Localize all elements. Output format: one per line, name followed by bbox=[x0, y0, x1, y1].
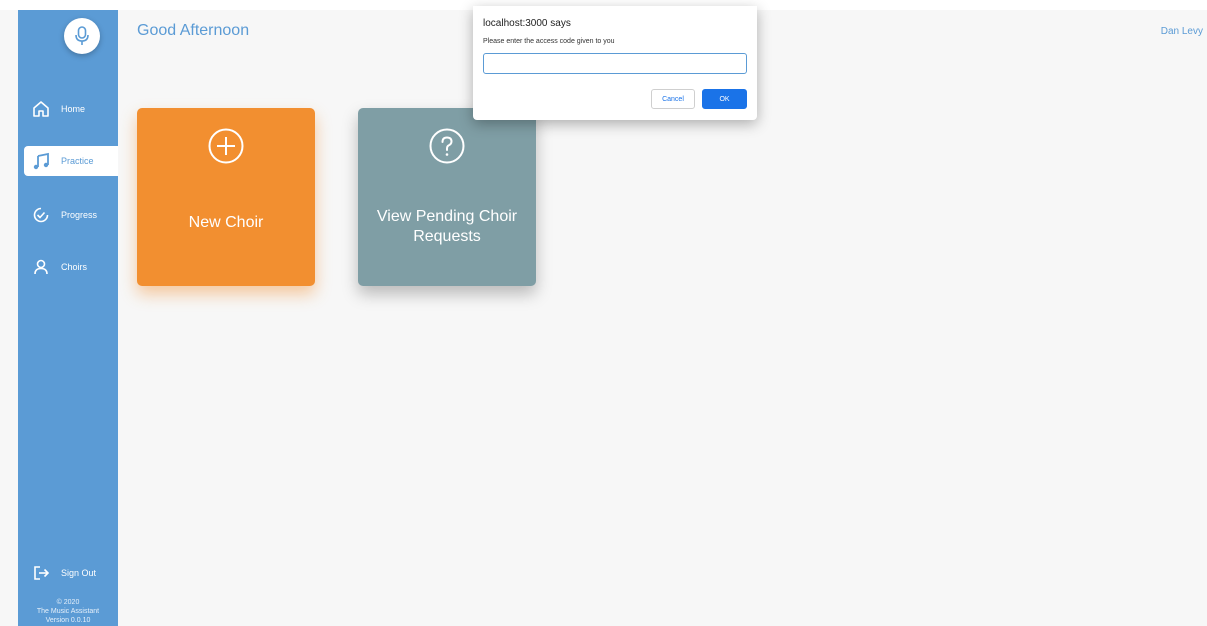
sidebar-footer: © 2020 The Music Assistant Version 0.0.1… bbox=[18, 598, 118, 625]
page-greeting: Good Afternoon bbox=[137, 22, 250, 39]
cancel-button[interactable]: Cancel bbox=[651, 89, 695, 109]
sidebar-item-label: Practice bbox=[61, 156, 94, 166]
sign-out-button[interactable]: Sign Out bbox=[24, 558, 118, 588]
pending-requests-card[interactable]: View Pending Choir Requests bbox=[358, 108, 536, 286]
sidebar: Home Practice Progress Choirs Sign Out ©… bbox=[18, 10, 118, 626]
sidebar-item-choirs[interactable]: Choirs bbox=[24, 252, 118, 282]
sidebar-item-label: Progress bbox=[61, 210, 98, 220]
sidebar-item-label: Choirs bbox=[61, 262, 88, 272]
sidebar-item-progress[interactable]: Progress bbox=[24, 200, 118, 230]
person-icon bbox=[30, 256, 52, 278]
sidebar-item-practice[interactable]: Practice bbox=[24, 146, 118, 176]
question-circle-icon bbox=[429, 128, 465, 164]
app-name-text: The Music Assistant bbox=[36, 608, 100, 615]
user-name-link[interactable]: Dan Levy bbox=[1161, 26, 1203, 37]
check-circle-icon bbox=[30, 204, 52, 226]
home-icon bbox=[30, 98, 52, 120]
new-choir-card[interactable]: New Choir bbox=[137, 108, 315, 286]
music-note-icon bbox=[30, 150, 52, 172]
card-label: View Pending Choir Requests bbox=[376, 208, 518, 245]
card-label: New Choir bbox=[188, 214, 264, 231]
access-code-input[interactable] bbox=[483, 53, 747, 74]
ok-button[interactable]: OK bbox=[702, 89, 747, 109]
version-text: Version 0.0.10 bbox=[45, 617, 91, 624]
plus-circle-icon bbox=[208, 128, 244, 164]
sign-out-label: Sign Out bbox=[61, 568, 97, 578]
dialog-message: Please enter the access code given to yo… bbox=[483, 38, 615, 45]
sign-out-icon bbox=[30, 562, 52, 584]
copyright-text: © 2020 bbox=[56, 599, 80, 606]
dialog-title: localhost:3000 says bbox=[483, 18, 571, 29]
app-logo[interactable] bbox=[64, 18, 100, 54]
sidebar-item-label: Home bbox=[61, 104, 86, 114]
sidebar-item-home[interactable]: Home bbox=[24, 94, 118, 124]
microphone-icon bbox=[75, 26, 89, 45]
access-code-dialog: localhost:3000 says Please enter the acc… bbox=[473, 6, 757, 120]
